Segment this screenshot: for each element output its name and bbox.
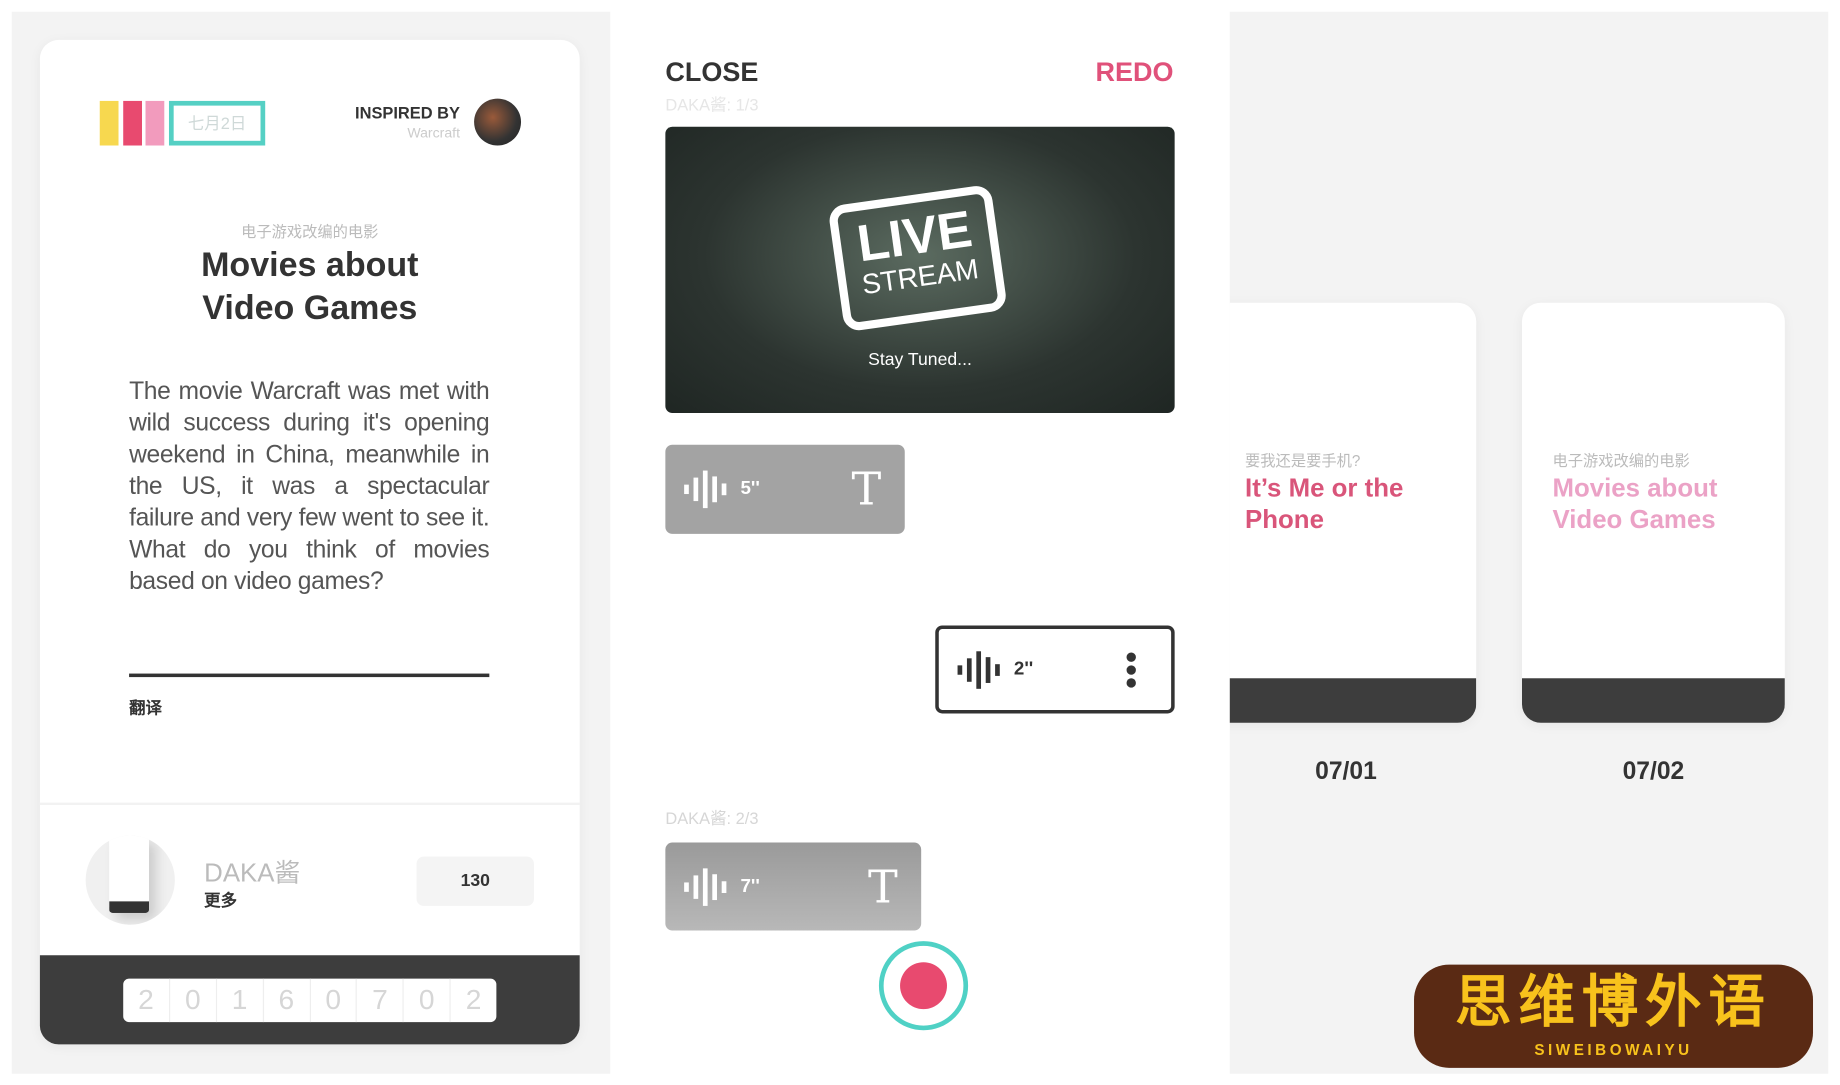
card-title: It’s Me or the Phone (1245, 472, 1404, 534)
card-date: 07/01 (1315, 758, 1377, 786)
subtitle-cn: 电子游戏改编的电影 (241, 222, 379, 241)
card-subtitle-cn: 要我还是要手机? (1245, 451, 1361, 470)
text-icon[interactable]: T (868, 861, 898, 913)
waveform-icon (684, 470, 727, 509)
translate-link[interactable]: 翻译 (129, 696, 162, 719)
color-bar-yellow (99, 100, 119, 146)
audio-clip-1[interactable]: 5'' T (665, 444, 905, 534)
phone-icon (109, 835, 150, 913)
history-panel: 要我还是要手机? It’s Me or the Phone 07/01 电子游戏… (1229, 11, 1829, 1074)
watermark-text: 思维博外语 (1455, 971, 1772, 1034)
video-caption: Stay Tuned... (868, 349, 972, 370)
record-button[interactable] (878, 941, 969, 1031)
color-bar-pink (145, 100, 165, 146)
text-icon[interactable]: T (852, 464, 882, 516)
topic-body: The movie Warcraft was met with wild suc… (129, 377, 490, 595)
watermark-logo: 思维博外语 SIWEIBOWAIYU (1414, 964, 1814, 1068)
history-card[interactable]: 电子游戏改编的电影 Movies about Video Games (1521, 302, 1785, 723)
waveform-icon (957, 650, 1000, 689)
card-date: 07/02 (1622, 758, 1685, 786)
redo-button[interactable]: REDO (1056, 56, 1173, 88)
user-avatar[interactable] (85, 835, 175, 925)
waveform-icon (684, 867, 727, 906)
tv-icon: LIVE STREAM (827, 183, 1008, 333)
digit: 0 (310, 978, 358, 1023)
inspired-by: INSPIRED BY Warcraft (293, 103, 460, 141)
clip-duration: 2'' (1013, 658, 1034, 679)
card-footer (1229, 678, 1477, 723)
inspired-label: INSPIRED BY (355, 103, 461, 123)
more-link[interactable]: 更多 (204, 888, 237, 911)
digit: 2 (465, 984, 482, 1017)
digit: 0 (404, 978, 451, 1023)
count-button[interactable]: 130 (416, 856, 534, 906)
divider (129, 673, 490, 678)
source-avatar[interactable] (474, 98, 522, 146)
inspired-source: Warcraft (407, 124, 461, 141)
card-footer (1521, 678, 1785, 723)
audio-clip-3[interactable]: 7'' T (665, 842, 922, 931)
color-bar-red (123, 100, 142, 146)
section-label: DAKA酱: 1/3 (665, 95, 759, 114)
topic-title: Movies about Video Games (201, 246, 419, 328)
digit: 2 (123, 978, 171, 1023)
clip-duration: 7'' (740, 875, 760, 896)
section-label: DAKA酱: 2/3 (665, 808, 759, 828)
digit: 1 (217, 978, 264, 1023)
divider (39, 802, 580, 806)
history-card[interactable]: 要我还是要手机? It’s Me or the Phone (1229, 302, 1477, 723)
watermark-latin: SIWEIBOWAIYU (1534, 1040, 1693, 1059)
card-subtitle-cn: 电子游戏改编的电影 (1552, 451, 1690, 470)
digit: 6 (264, 978, 311, 1023)
video-player[interactable]: LIVE STREAM Stay Tuned... (665, 126, 1175, 414)
date-digits: 20160702 (123, 978, 497, 1023)
date-badge: 七月2日 (168, 100, 266, 146)
user-name: DAKA酱 (204, 857, 301, 888)
card-title: Movies about Video Games (1552, 472, 1718, 534)
digit: 7 (357, 978, 404, 1023)
record-icon (900, 962, 947, 1010)
close-button[interactable]: CLOSE (665, 56, 758, 88)
digit: 0 (170, 978, 217, 1023)
more-options-icon[interactable] (1126, 651, 1136, 688)
audio-clip-2[interactable]: 2'' (935, 625, 1175, 714)
clip-duration: 5'' (740, 478, 760, 499)
